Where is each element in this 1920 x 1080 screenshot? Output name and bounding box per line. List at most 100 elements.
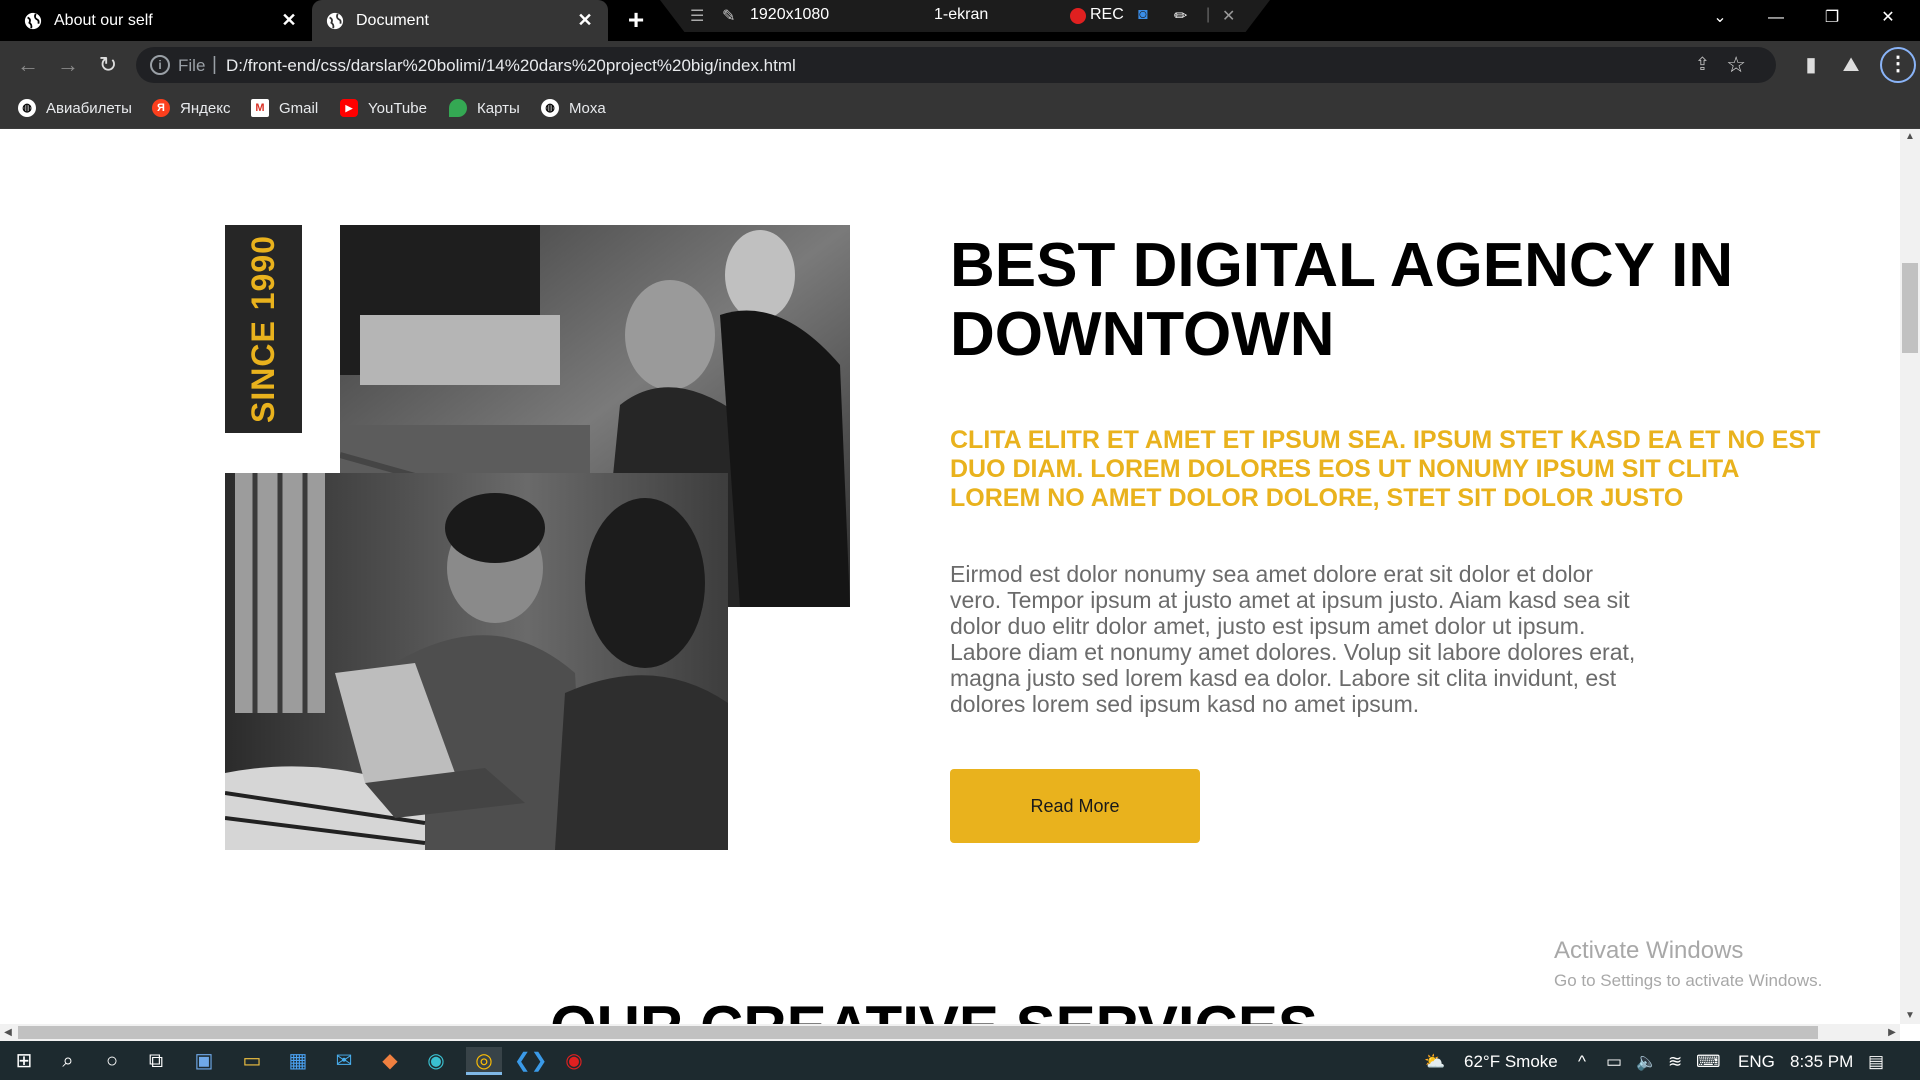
bookmark-label: Gmail: [279, 99, 319, 117]
web-page: SINCE 1990 BEST DIGITAL AGENCY IN DOWNTO…: [0, 129, 1900, 1024]
address-url[interactable]: D:/front-end/css/darslar%20bolimi/14%20d…: [226, 56, 796, 76]
bookmark-star-icon[interactable]: ☆: [1726, 52, 1746, 78]
bookmark-label: Авиабилеты: [46, 99, 132, 117]
bookmark-maps[interactable]: Карты: [449, 97, 520, 119]
scrollbar-thumb[interactable]: [1902, 263, 1918, 353]
globe-icon: ◍: [541, 99, 559, 117]
restore-button[interactable]: ❐: [1804, 0, 1860, 36]
notification-icon[interactable]: ▤: [1868, 1052, 1884, 1072]
recorder-screen[interactable]: 1-ekran: [934, 6, 988, 24]
bookmark-label: Яндекс: [180, 99, 231, 117]
scroll-up-icon[interactable]: ▲: [1900, 129, 1920, 145]
store-icon[interactable]: ▦: [284, 1047, 312, 1075]
close-icon[interactable]: ✕: [576, 11, 594, 29]
since-badge: SINCE 1990: [225, 225, 302, 433]
youtube-icon: ▶: [340, 99, 358, 117]
side-panel-icon[interactable]: ▮: [1797, 51, 1825, 79]
save-app-icon[interactable]: ▣: [190, 1047, 218, 1075]
bookmark-yandex[interactable]: Я Яндекс: [152, 97, 230, 119]
divider: |: [1206, 6, 1211, 23]
bookmark-label: Карты: [477, 99, 520, 117]
language-indicator[interactable]: ENG: [1738, 1052, 1775, 1072]
bookmark-gmail[interactable]: M Gmail: [251, 97, 318, 119]
volume-icon[interactable]: 🔈: [1636, 1052, 1657, 1072]
maps-pin-icon: [449, 99, 467, 117]
bookmark-label: Moxa: [569, 99, 606, 117]
tab-title: Document: [356, 11, 429, 29]
search-icon[interactable]: ⌕: [54, 1047, 82, 1075]
browser-toolbar: ← → ↻ i File | D:/front-end/css/darslar%…: [0, 41, 1920, 89]
more-menu-icon[interactable]: ⋮: [1880, 47, 1916, 83]
close-icon[interactable]: ✕: [1222, 6, 1235, 26]
gmail-icon: M: [251, 99, 269, 117]
file-explorer-icon[interactable]: ▭: [238, 1047, 266, 1075]
bookmark-aviabilety[interactable]: ◍ Авиабилеты: [18, 97, 132, 119]
tab-title: About our self: [54, 11, 153, 29]
edge-icon[interactable]: ◉: [422, 1047, 450, 1075]
tab-document[interactable]: Document ✕: [312, 0, 608, 41]
bookmark-label: YouTube: [368, 99, 427, 117]
chevron-down-icon[interactable]: ⌄: [1692, 0, 1748, 36]
pencil-icon[interactable]: ✏: [1174, 6, 1187, 26]
battery-icon[interactable]: ▭: [1606, 1052, 1622, 1072]
scroll-right-icon[interactable]: ▶: [1884, 1024, 1900, 1041]
tab-about-our-self[interactable]: About our self ✕: [0, 0, 312, 41]
divider: |: [212, 54, 217, 75]
back-button[interactable]: ←: [14, 51, 42, 79]
info-icon[interactable]: i: [150, 55, 170, 75]
yandex-icon: Я: [152, 99, 170, 117]
weather-text[interactable]: 62°F Smoke: [1464, 1052, 1558, 1072]
browser-tab-bar: About our self ✕ Document ✕ + ☰ ✎ 1920x1…: [0, 0, 1920, 41]
chevron-up-icon[interactable]: ^: [1578, 1052, 1586, 1072]
scroll-down-icon[interactable]: ▼: [1900, 1008, 1920, 1024]
activate-windows-title: Activate Windows: [1554, 937, 1744, 964]
scrollbar-thumb[interactable]: [18, 1026, 1818, 1039]
address-bar[interactable]: i File | D:/front-end/css/darslar%20boli…: [136, 47, 1776, 83]
scroll-left-icon[interactable]: ◀: [0, 1024, 16, 1041]
bookmark-moxa[interactable]: ◍ Moxa: [541, 97, 606, 119]
since-label: SINCE 1990: [245, 235, 281, 423]
page-subheading: CLITA ELITR ET AMET ET IPSUM SEA. IPSUM …: [950, 426, 1821, 512]
git-icon[interactable]: ◆: [376, 1047, 404, 1075]
recorder-resolution[interactable]: 1920x1080: [750, 6, 829, 24]
record-label[interactable]: REC: [1090, 6, 1124, 24]
pin-icon[interactable]: ✎: [722, 6, 735, 26]
windows-start-icon[interactable]: ⊞: [10, 1047, 38, 1075]
chrome-icon[interactable]: ◎: [466, 1047, 502, 1075]
address-scheme-label: File: [178, 56, 206, 75]
globe-icon: [24, 12, 42, 29]
bookmarks-bar: ◍ Авиабилеты Я Яндекс M Gmail ▶ YouTube …: [0, 89, 1920, 129]
clock[interactable]: 8:35 PM: [1790, 1052, 1853, 1072]
globe-icon: [326, 12, 344, 29]
bookmark-youtube[interactable]: ▶ YouTube: [340, 97, 427, 119]
record-dot-icon[interactable]: [1070, 8, 1086, 24]
read-more-button[interactable]: Read More: [950, 769, 1200, 843]
activate-windows-subtitle: Go to Settings to activate Windows.: [1554, 971, 1823, 990]
page-body-text: Eirmod est dolor nonumy sea amet dolore …: [950, 561, 1636, 717]
close-icon[interactable]: ✕: [280, 11, 298, 29]
keyboard-icon[interactable]: ⌨: [1696, 1052, 1721, 1072]
cortana-icon[interactable]: ○: [98, 1047, 126, 1075]
forward-button[interactable]: →: [54, 51, 82, 79]
new-tab-button[interactable]: +: [622, 6, 650, 35]
windows-taskbar: ⊞ ⌕ ○ ⧉ ▣ ▭ ▦ ✉ ◆ ◉ ◎ ❮❯ ◉ ⛅ 62°F Smoke …: [0, 1041, 1920, 1080]
horizontal-scrollbar[interactable]: ◀ ▶: [0, 1024, 1900, 1041]
window-close-button[interactable]: ✕: [1860, 0, 1916, 36]
share-icon[interactable]: ⇪: [1695, 54, 1710, 75]
vscode-icon[interactable]: ❮❯: [514, 1047, 548, 1075]
globe-icon: ◍: [18, 99, 36, 117]
screen-recorder-toolbar: ☰ ✎ 1920x1080 1-ekran REC ◙ ✏ | ✕: [660, 0, 1270, 32]
menu-icon[interactable]: ☰: [690, 6, 704, 26]
vertical-scrollbar[interactable]: ▲ ▼: [1900, 129, 1920, 1024]
task-view-icon[interactable]: ⧉: [142, 1047, 170, 1075]
page-heading: BEST DIGITAL AGENCY IN DOWNTOWN: [950, 231, 1734, 369]
services-section-title: OUR CREATIVE SERVICES: [550, 993, 1318, 1024]
minimize-button[interactable]: —: [1748, 0, 1804, 36]
extension-icon[interactable]: ⛰: [1837, 51, 1865, 79]
reload-button[interactable]: ↻: [94, 51, 122, 79]
wifi-icon[interactable]: ≋: [1668, 1052, 1682, 1072]
mail-icon[interactable]: ✉: [330, 1047, 358, 1075]
camera-icon[interactable]: ◙: [1138, 6, 1148, 24]
weather-icon[interactable]: ⛅: [1424, 1052, 1445, 1072]
recorder-icon[interactable]: ◉: [560, 1047, 588, 1075]
